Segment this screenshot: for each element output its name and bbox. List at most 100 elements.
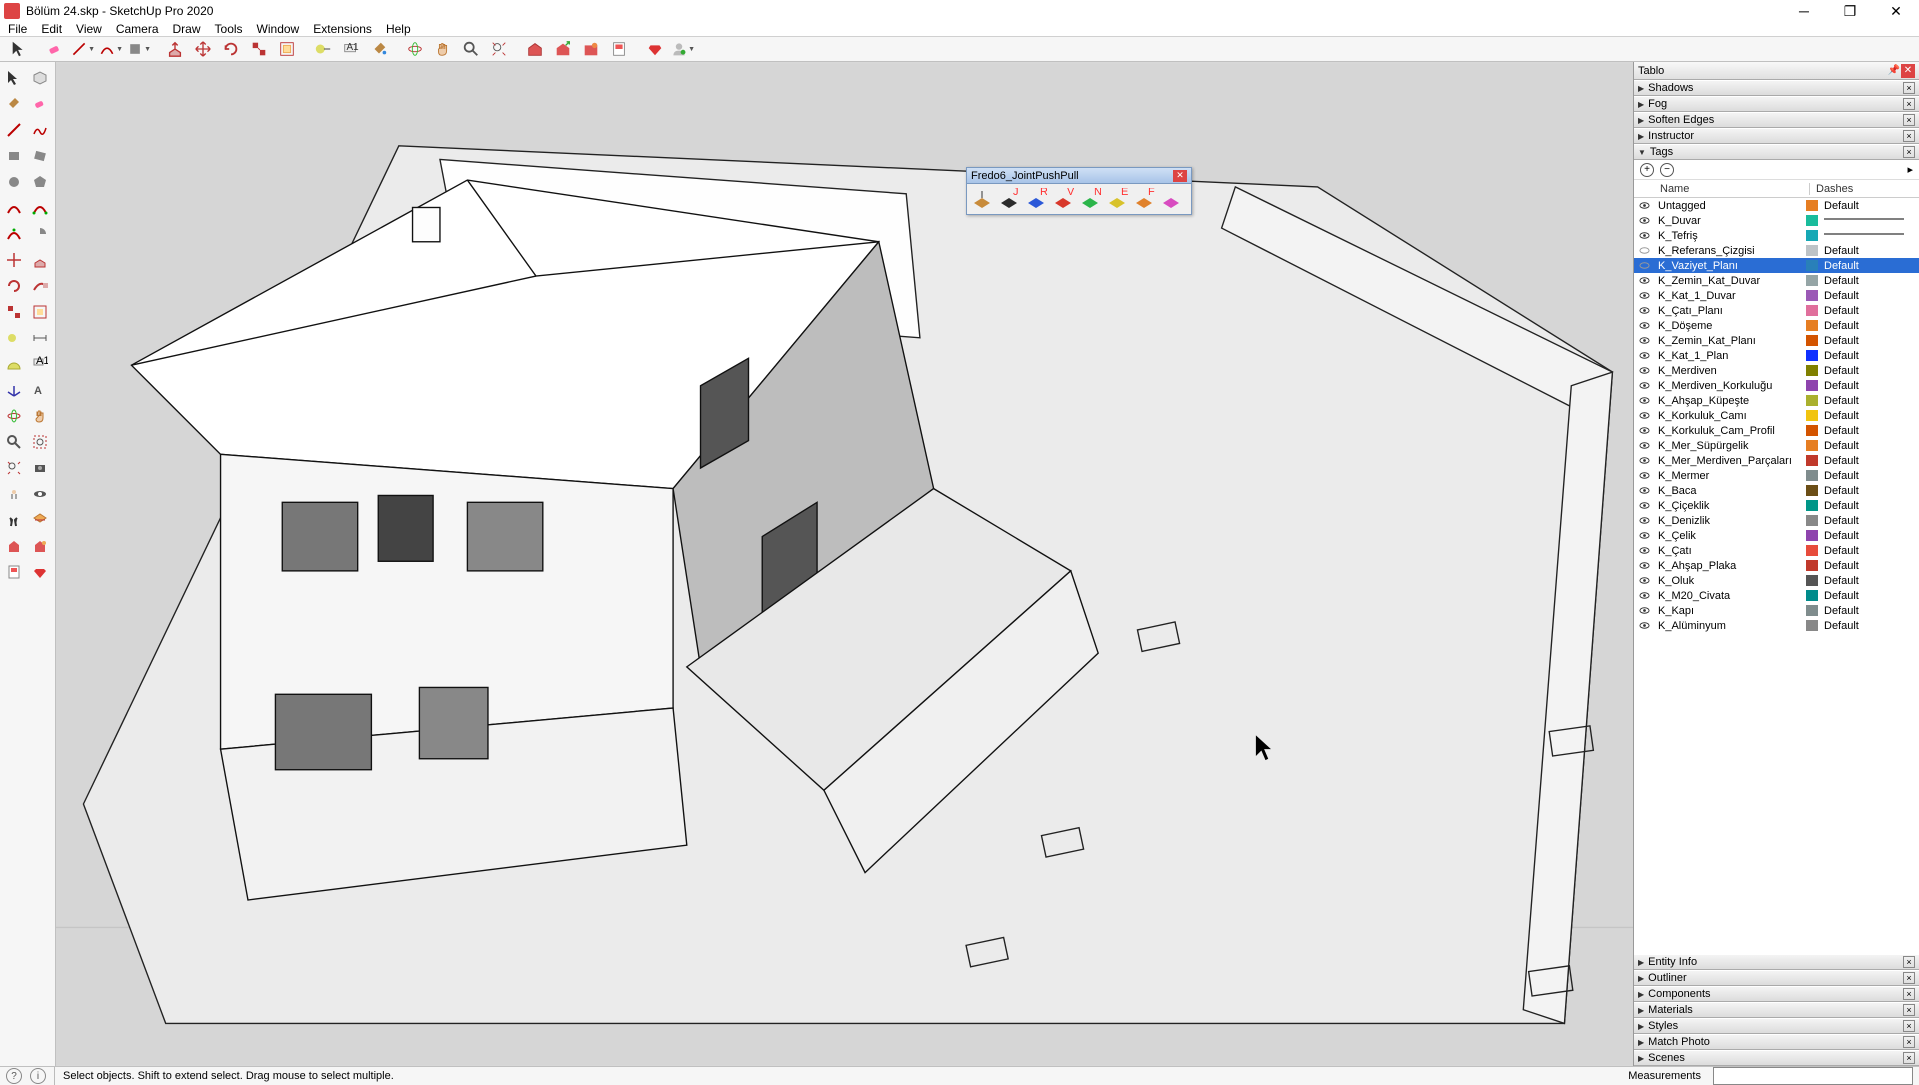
- eraser-tool-icon[interactable]: [42, 37, 68, 61]
- tapemeasure-tool-icon[interactable]: [310, 37, 336, 61]
- tag-color-swatch[interactable]: [1806, 320, 1818, 331]
- panel-soften-edges[interactable]: ▶Soften Edges×: [1634, 112, 1919, 128]
- visibility-icon[interactable]: [1634, 380, 1654, 391]
- position-camera-icon[interactable]: [28, 456, 52, 480]
- 3arc-icon[interactable]: [2, 222, 26, 246]
- zoom-icon[interactable]: [2, 430, 26, 454]
- tag-dash[interactable]: Default: [1821, 515, 1919, 527]
- panel-close-icon[interactable]: ×: [1903, 146, 1915, 158]
- tag-row[interactable]: K_KapıDefault: [1634, 603, 1919, 618]
- offset-icon[interactable]: [28, 300, 52, 324]
- 3dtext-icon[interactable]: A: [28, 378, 52, 402]
- tag-row[interactable]: K_Ahşap_PlakaDefault: [1634, 558, 1919, 573]
- panel-entity-info[interactable]: ▶Entity Info×: [1634, 954, 1919, 970]
- extension-warehouse-icon[interactable]: [578, 37, 604, 61]
- tag-color-swatch[interactable]: [1806, 500, 1818, 511]
- visibility-icon[interactable]: [1634, 500, 1654, 511]
- ruby-diamond-icon[interactable]: [642, 37, 668, 61]
- tag-dash[interactable]: Default: [1821, 305, 1919, 317]
- visibility-icon[interactable]: [1634, 275, 1654, 286]
- visibility-icon[interactable]: [1634, 260, 1654, 271]
- rotrect-icon[interactable]: [28, 144, 52, 168]
- pie-icon[interactable]: [28, 222, 52, 246]
- tag-row[interactable]: K_OlukDefault: [1634, 573, 1919, 588]
- visibility-icon[interactable]: [1634, 395, 1654, 406]
- help-icon[interactable]: ?: [6, 1068, 22, 1084]
- tag-row[interactable]: K_Merdiven_KorkuluğuDefault: [1634, 378, 1919, 393]
- minimize-button[interactable]: ─: [1781, 0, 1827, 22]
- tag-dash[interactable]: Default: [1821, 365, 1919, 377]
- rectangle-icon[interactable]: [2, 144, 26, 168]
- rotate-icon[interactable]: [2, 274, 26, 298]
- tag-color-swatch[interactable]: [1806, 605, 1818, 616]
- tag-row[interactable]: K_MermerDefault: [1634, 468, 1919, 483]
- panel-shadows[interactable]: ▶Shadows×: [1634, 80, 1919, 96]
- select-tool-icon[interactable]: [6, 37, 32, 61]
- jpp-orange-icon[interactable]: F: [1131, 186, 1157, 212]
- tags-col-name[interactable]: Name: [1654, 183, 1809, 195]
- tag-row[interactable]: K_M20_CivataDefault: [1634, 588, 1919, 603]
- tag-color-swatch[interactable]: [1806, 200, 1818, 211]
- jpp-dark-icon[interactable]: J: [996, 186, 1022, 212]
- visibility-icon[interactable]: [1634, 245, 1654, 256]
- panel-close-icon[interactable]: ×: [1903, 1020, 1915, 1032]
- jpp-classic-icon[interactable]: [969, 186, 995, 212]
- tape-icon[interactable]: [2, 326, 26, 350]
- visibility-icon[interactable]: [1634, 350, 1654, 361]
- tag-row[interactable]: K_BacaDefault: [1634, 483, 1919, 498]
- tag-color-swatch[interactable]: [1806, 305, 1818, 316]
- tag-row[interactable]: K_Duvar: [1634, 213, 1919, 228]
- pan-tool-icon[interactable]: [430, 37, 456, 61]
- panel-close-icon[interactable]: ×: [1903, 972, 1915, 984]
- tag-row[interactable]: K_DöşemeDefault: [1634, 318, 1919, 333]
- move-icon[interactable]: [2, 248, 26, 272]
- tag-row[interactable]: K_Çatı_PlanıDefault: [1634, 303, 1919, 318]
- measurements-input[interactable]: [1713, 1067, 1913, 1085]
- tag-row[interactable]: K_Kat_1_DuvarDefault: [1634, 288, 1919, 303]
- visibility-icon[interactable]: [1634, 620, 1654, 631]
- jpp-yellow-icon[interactable]: E: [1104, 186, 1130, 212]
- add-tag-icon[interactable]: +: [1640, 163, 1654, 177]
- scale-tool-icon[interactable]: [246, 37, 272, 61]
- panel-close-icon[interactable]: ×: [1903, 130, 1915, 142]
- panel-close-icon[interactable]: ×: [1903, 114, 1915, 126]
- tag-color-swatch[interactable]: [1806, 590, 1818, 601]
- panel-instructor[interactable]: ▶Instructor×: [1634, 128, 1919, 144]
- pan-icon[interactable]: [28, 404, 52, 428]
- tag-dash[interactable]: Default: [1821, 455, 1919, 467]
- zoom-extents-tool-icon[interactable]: [486, 37, 512, 61]
- tag-dash[interactable]: Default: [1821, 500, 1919, 512]
- tag-row[interactable]: K_Vaziyet_PlanıDefault: [1634, 258, 1919, 273]
- tag-dash[interactable]: Default: [1821, 275, 1919, 287]
- tag-dash[interactable]: Default: [1821, 590, 1919, 602]
- menu-window[interactable]: Window: [257, 22, 300, 36]
- tag-row[interactable]: K_ÇelikDefault: [1634, 528, 1919, 543]
- panel-outliner[interactable]: ▶Outliner×: [1634, 970, 1919, 986]
- scale-icon[interactable]: [2, 300, 26, 324]
- tag-dash[interactable]: [1821, 229, 1919, 242]
- orbit-tool-icon[interactable]: [402, 37, 428, 61]
- layout-icon[interactable]: [606, 37, 632, 61]
- menu-extensions[interactable]: Extensions: [313, 22, 372, 36]
- tag-color-swatch[interactable]: [1806, 455, 1818, 466]
- tag-color-swatch[interactable]: [1806, 545, 1818, 556]
- component-icon[interactable]: [28, 66, 52, 90]
- visibility-icon[interactable]: [1634, 335, 1654, 346]
- visibility-icon[interactable]: [1634, 605, 1654, 616]
- protractor-icon[interactable]: [2, 352, 26, 376]
- fredo6-jointpushpull-palette[interactable]: Fredo6_JointPushPull ✕ J R V N E F: [966, 167, 1192, 215]
- circle-icon[interactable]: [2, 170, 26, 194]
- panel-close-icon[interactable]: ×: [1903, 1036, 1915, 1048]
- tag-row[interactable]: UntaggedDefault: [1634, 198, 1919, 213]
- tag-row[interactable]: K_Referans_ÇizgisiDefault: [1634, 243, 1919, 258]
- arc-tool-icon[interactable]: ▼: [98, 37, 124, 61]
- tag-row[interactable]: K_Zemin_Kat_DuvarDefault: [1634, 273, 1919, 288]
- visibility-icon[interactable]: [1634, 485, 1654, 496]
- paint-icon[interactable]: [2, 92, 26, 116]
- pushpull-icon[interactable]: [28, 248, 52, 272]
- tags-panel-header[interactable]: ▼Tags ×: [1634, 144, 1919, 160]
- visibility-icon[interactable]: [1634, 230, 1654, 241]
- visibility-icon[interactable]: [1634, 590, 1654, 601]
- followme-icon[interactable]: [28, 274, 52, 298]
- visibility-icon[interactable]: [1634, 425, 1654, 436]
